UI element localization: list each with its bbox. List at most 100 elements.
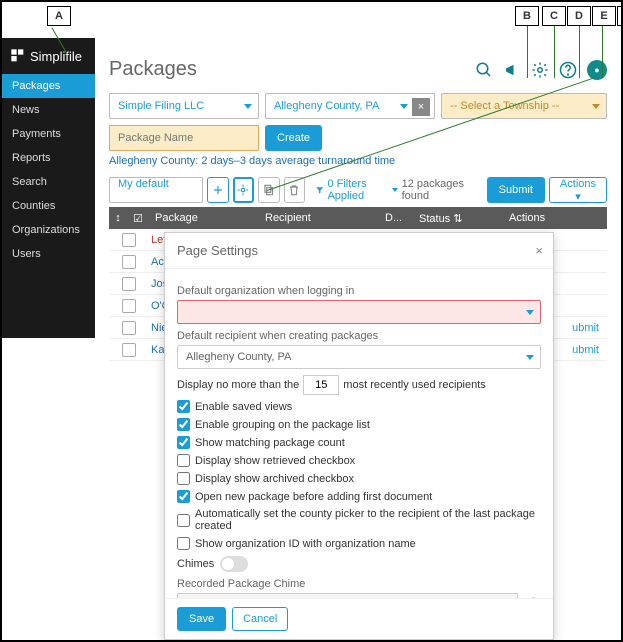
chevron-down-icon xyxy=(592,104,600,109)
page-settings-button[interactable] xyxy=(233,177,255,203)
header-status[interactable]: Status ⇅ xyxy=(413,212,503,225)
save-button[interactable]: Save xyxy=(177,607,226,631)
organization-select[interactable]: Simple Filing LLC xyxy=(109,93,259,119)
filters-applied[interactable]: 0 Filters Applied xyxy=(315,178,398,202)
close-icon[interactable]: × xyxy=(535,243,543,258)
chimes-toggle[interactable]: Chimes xyxy=(177,556,541,572)
settings-checkbox[interactable]: Display show retrieved checkbox xyxy=(177,454,541,467)
header-d[interactable]: D... xyxy=(379,212,413,224)
chevron-down-icon xyxy=(392,188,398,192)
page-title: Packages xyxy=(109,58,197,81)
submit-button[interactable]: Submit xyxy=(487,177,545,203)
toggle-switch[interactable] xyxy=(220,556,248,572)
checkbox-input[interactable] xyxy=(177,454,190,467)
checkbox-label: Show organization ID with organization n… xyxy=(195,538,416,550)
recorded-chime-label: Recorded Package Chime xyxy=(177,578,541,590)
settings-checkbox[interactable]: Enable grouping on the package list xyxy=(177,418,541,431)
sidebar-item-users[interactable]: Users xyxy=(2,242,95,266)
toolbar: My default 0 Filters Applied 12 packages… xyxy=(109,177,607,203)
sidebar-item-search[interactable]: Search xyxy=(2,170,95,194)
callout-F: F xyxy=(617,6,623,26)
checkbox-input[interactable] xyxy=(177,436,190,449)
default-recipient-label: Default recipient when creating packages xyxy=(177,330,541,342)
clear-county-icon[interactable]: × xyxy=(412,98,430,116)
add-button[interactable] xyxy=(207,177,228,203)
settings-checkbox[interactable]: Display show archived checkbox xyxy=(177,472,541,485)
user-avatar[interactable]: ● xyxy=(587,60,607,80)
row-checkbox[interactable] xyxy=(122,277,136,291)
settings-checkbox[interactable]: Enable saved views xyxy=(177,400,541,413)
sidebar-item-news[interactable]: News xyxy=(2,98,95,122)
default-recipient-select[interactable]: Allegheny County, PA xyxy=(177,345,541,369)
sidebar-item-counties[interactable]: Counties xyxy=(2,194,95,218)
recorded-chime-select[interactable]: Default xyxy=(177,593,518,598)
cancel-button[interactable]: Cancel xyxy=(232,607,288,631)
row-checkbox[interactable] xyxy=(122,321,136,335)
help-icon[interactable] xyxy=(559,61,577,79)
display-max-row: Display no more than the most recently u… xyxy=(177,375,541,395)
township-select[interactable]: -- Select a Township -- xyxy=(441,93,607,119)
header-actions: Actions xyxy=(503,212,607,224)
checkbox-label: Open new package before adding first doc… xyxy=(195,491,432,503)
package-name-input[interactable] xyxy=(109,125,259,151)
max-recipients-input[interactable] xyxy=(303,375,339,395)
checkbox-label: Display show retrieved checkbox xyxy=(195,455,355,467)
page-settings-modal: Page Settings × Default organization whe… xyxy=(164,232,554,640)
row-checkbox[interactable] xyxy=(122,343,136,357)
turnaround-text: Allegheny County: 2 days–3 days average … xyxy=(109,155,607,167)
header-package[interactable]: Package xyxy=(149,212,259,224)
brand-logo-icon xyxy=(10,48,26,64)
modal-body: Default organization when logging in Def… xyxy=(165,269,553,598)
row-checkbox[interactable] xyxy=(122,299,136,313)
chevron-down-icon xyxy=(526,310,534,315)
sort-column-icon[interactable]: ↕ xyxy=(109,212,127,224)
checkbox-label: Show matching package count xyxy=(195,437,345,449)
default-org-label: Default organization when logging in xyxy=(177,285,541,297)
announce-icon[interactable] xyxy=(503,61,521,79)
create-button[interactable]: Create xyxy=(265,125,322,151)
page-header: Packages ● xyxy=(109,38,607,93)
callout-E: E xyxy=(592,6,616,26)
sidebar-item-packages[interactable]: Packages xyxy=(2,74,95,98)
table-header: ↕ ☑ Package Recipient D... Status ⇅ Acti… xyxy=(109,207,607,229)
filter-icon xyxy=(315,184,324,196)
sidebar-item-organizations[interactable]: Organizations xyxy=(2,218,95,242)
checkbox-label: Enable saved views xyxy=(195,401,292,413)
actions-dropdown[interactable]: Actions ▾ xyxy=(549,177,607,203)
sidebar-item-payments[interactable]: Payments xyxy=(2,122,95,146)
chevron-down-icon xyxy=(244,104,252,109)
modal-footer: Save Cancel xyxy=(165,598,553,639)
callout-B: B xyxy=(515,6,539,26)
settings-gear-icon[interactable] xyxy=(531,61,549,79)
default-org-select[interactable] xyxy=(177,300,541,324)
sidebar-item-reports[interactable]: Reports xyxy=(2,146,95,170)
settings-checkbox[interactable]: Show matching package count xyxy=(177,436,541,449)
settings-checkbox[interactable]: Automatically set the county picker to t… xyxy=(177,508,541,532)
row-checkbox[interactable] xyxy=(122,255,136,269)
checkbox-input[interactable] xyxy=(177,514,190,527)
row-submit-link[interactable]: ubmit xyxy=(572,344,607,356)
checkbox-input[interactable] xyxy=(177,472,190,485)
checkbox-input[interactable] xyxy=(177,400,190,413)
checkbox-input[interactable] xyxy=(177,418,190,431)
brand-name: Simplifile xyxy=(30,49,82,64)
sidebar: Simplifile Packages News Payments Report… xyxy=(2,38,95,338)
row-submit-link[interactable]: ubmit xyxy=(572,322,607,334)
select-all-checkbox[interactable]: ☑ xyxy=(127,212,149,225)
checkbox-input[interactable] xyxy=(177,537,190,550)
filter-selects: Simple Filing LLC Allegheny County, PA× … xyxy=(109,93,607,119)
header-recipient[interactable]: Recipient xyxy=(259,212,379,224)
chevron-down-icon xyxy=(400,104,408,109)
search-icon[interactable] xyxy=(475,61,493,79)
view-select[interactable]: My default xyxy=(109,177,203,203)
settings-checkbox[interactable]: Show organization ID with organization n… xyxy=(177,537,541,550)
row-checkbox[interactable] xyxy=(122,233,136,247)
brand-logo: Simplifile xyxy=(2,38,95,74)
checkbox-label: Enable grouping on the package list xyxy=(195,419,370,431)
header-actions: ● xyxy=(475,60,607,80)
modal-title: Page Settings × xyxy=(165,233,553,269)
settings-checkbox[interactable]: Open new package before adding first doc… xyxy=(177,490,541,503)
package-name-row: Create xyxy=(109,125,607,151)
county-select[interactable]: Allegheny County, PA× xyxy=(265,93,435,119)
checkbox-input[interactable] xyxy=(177,490,190,503)
